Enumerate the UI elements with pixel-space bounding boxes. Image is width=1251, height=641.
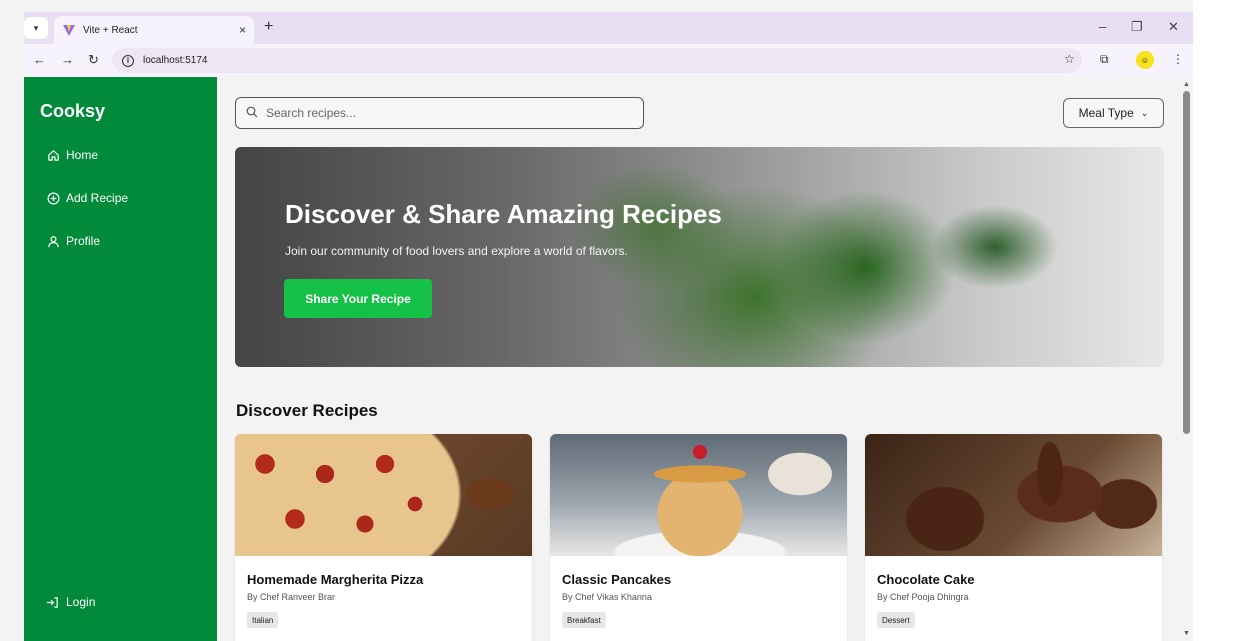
- sidebar-item-home[interactable]: Home: [46, 148, 98, 162]
- back-icon[interactable]: ←: [33, 52, 46, 67]
- vite-logo-icon: [63, 25, 75, 36]
- hero-subtitle: Join our community of food lovers and ex…: [285, 244, 628, 258]
- search-placeholder: Search recipes...: [266, 106, 357, 120]
- recipe-tag: Dessert: [877, 612, 915, 628]
- url-text: localhost:5174: [143, 55, 208, 66]
- share-recipe-button[interactable]: Share Your Recipe: [284, 279, 432, 318]
- hero-title: Discover & Share Amazing Recipes: [285, 199, 722, 229]
- section-title: Discover Recipes: [236, 401, 378, 420]
- login-button[interactable]: Login: [46, 595, 95, 609]
- recipe-name: Homemade Margherita Pizza: [247, 572, 424, 587]
- bookmark-star-icon[interactable]: ☆: [1064, 52, 1075, 66]
- recipe-chef: By Chef Vikas Khanna: [562, 592, 652, 602]
- recipe-image: [235, 434, 532, 556]
- user-icon: [46, 234, 60, 248]
- plus-circle-icon: [46, 191, 60, 205]
- tab-title: Vite + React: [83, 24, 138, 36]
- search-icon: [246, 106, 258, 121]
- meal-type-label: Meal Type: [1078, 106, 1134, 120]
- sidebar: Cooksy Home Add Recipe Profile Login: [24, 77, 217, 641]
- recipe-image: [550, 434, 847, 556]
- close-window-button[interactable]: ✕: [1168, 19, 1179, 35]
- new-tab-button[interactable]: +: [264, 18, 273, 36]
- minimize-button[interactable]: –: [1099, 19, 1106, 34]
- recipe-card[interactable]: Homemade Margherita Pizza By Chef Ranvee…: [235, 434, 532, 641]
- recipe-tag: Italian: [247, 612, 279, 628]
- recipe-chef: By Chef Pooja Dhingra: [877, 592, 969, 602]
- sidebar-item-profile[interactable]: Profile: [46, 234, 100, 248]
- extensions-icon[interactable]: ⧉: [1100, 52, 1109, 67]
- login-label: Login: [66, 595, 96, 609]
- login-icon: [46, 596, 60, 609]
- brand-logo[interactable]: Cooksy: [40, 101, 105, 122]
- scrollbar-thumb[interactable]: [1183, 91, 1190, 434]
- chevron-down-icon: ▾: [33, 22, 39, 33]
- recipe-image: [865, 434, 1162, 556]
- recipe-tag: Breakfast: [562, 612, 606, 628]
- sidebar-item-label: Home: [66, 148, 99, 162]
- recipe-card[interactable]: Classic Pancakes By Chef Vikas Khanna Br…: [550, 434, 847, 641]
- reload-icon[interactable]: ↻: [88, 52, 99, 68]
- meal-type-dropdown[interactable]: Meal Type ⌄: [1063, 98, 1164, 128]
- sidebar-item-label: Add Recipe: [66, 191, 129, 205]
- search-input[interactable]: Search recipes...: [235, 97, 644, 129]
- scroll-up-icon[interactable]: ▲: [1183, 81, 1190, 88]
- recipe-chef: By Chef Ranveer Brar: [247, 592, 336, 602]
- recipe-name: Chocolate Cake: [877, 572, 975, 587]
- browser-tab[interactable]: Vite + React ×: [54, 16, 254, 44]
- main-content: Search recipes... Meal Type ⌄ Discover &…: [217, 77, 1179, 641]
- browser-window: ▾ Vite + React × + – ❐ ✕ ← → ↻ i localho…: [0, 0, 1193, 641]
- sidebar-item-add-recipe[interactable]: Add Recipe: [46, 191, 128, 205]
- chevron-down-icon: ⌄: [1140, 107, 1149, 118]
- address-bar[interactable]: i localhost:5174: [112, 48, 1082, 73]
- profile-avatar[interactable]: ☺: [1136, 51, 1154, 69]
- browser-toolbar: ← → ↻ i localhost:5174 ☆ ⧉ ☺ ⋮: [24, 44, 1193, 77]
- hero-banner: Discover & Share Amazing Recipes Join ou…: [235, 147, 1164, 367]
- site-info-icon[interactable]: i: [122, 54, 134, 67]
- tab-search-dropdown[interactable]: ▾: [24, 17, 48, 39]
- tab-strip: ▾ Vite + React × + – ❐ ✕: [24, 12, 1193, 44]
- sidebar-item-label: Profile: [66, 234, 101, 248]
- restore-button[interactable]: ❐: [1131, 19, 1143, 35]
- forward-icon[interactable]: →: [61, 52, 74, 67]
- recipe-card[interactable]: Chocolate Cake By Chef Pooja Dhingra Des…: [865, 434, 1162, 641]
- tab-close-icon[interactable]: ×: [239, 23, 246, 37]
- recipe-name: Classic Pancakes: [562, 572, 672, 587]
- page-scrollbar[interactable]: ▲ ▼: [1179, 77, 1193, 641]
- menu-kebab-icon[interactable]: ⋮: [1172, 52, 1184, 66]
- scroll-down-icon[interactable]: ▼: [1183, 630, 1190, 637]
- home-icon: [46, 148, 60, 162]
